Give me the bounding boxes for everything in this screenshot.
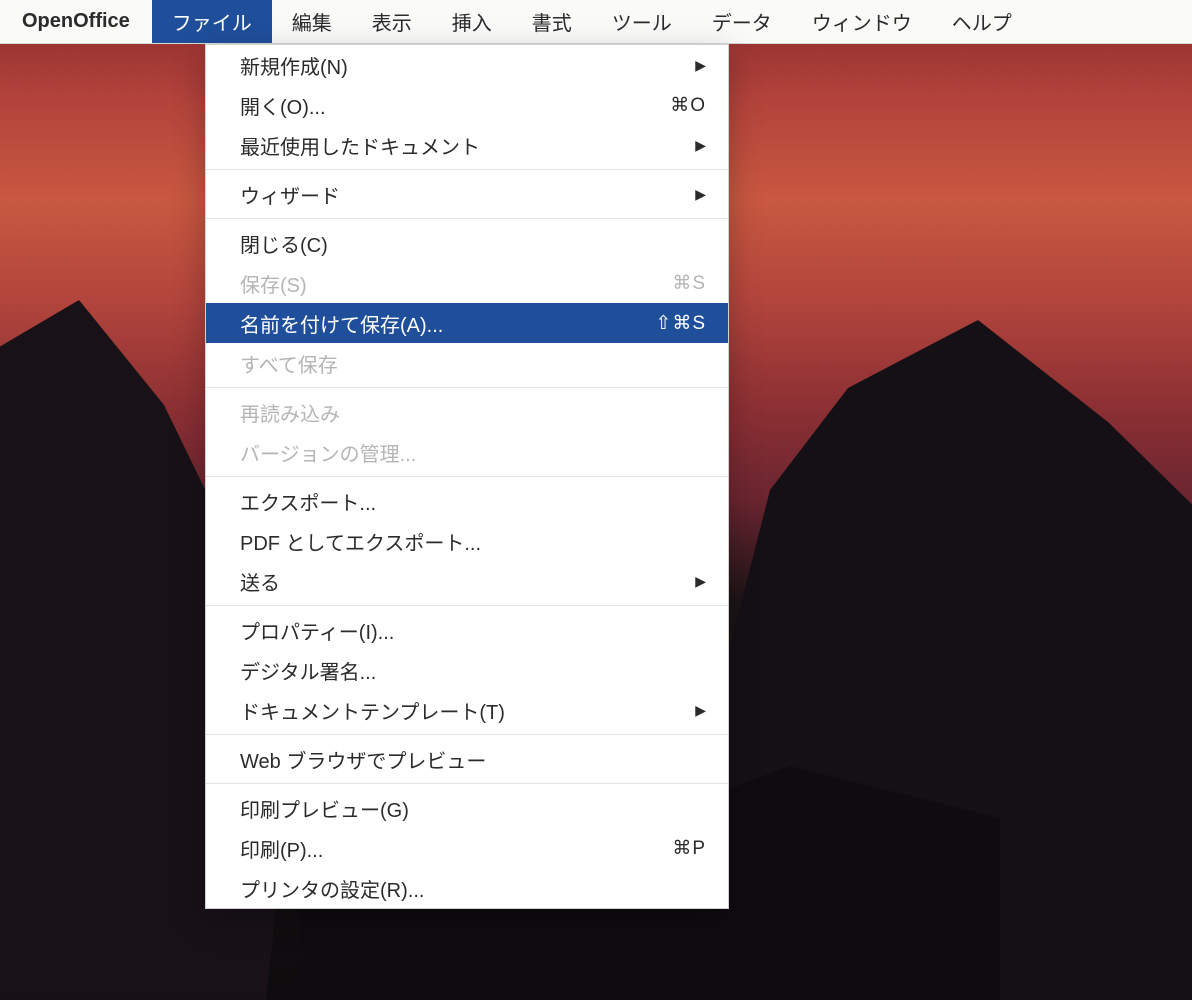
file-menu-item[interactable]: PDF としてエクスポート...	[206, 521, 728, 561]
menu-item-label: PDF としてエクスポート...	[240, 527, 706, 556]
menu-separator	[206, 218, 728, 219]
file-menu-item: 保存(S) ⌘S	[206, 263, 728, 303]
menu-separator	[206, 387, 728, 388]
menu-separator	[206, 783, 728, 784]
file-menu-item[interactable]: Web ブラウザでプレビュー	[206, 739, 728, 779]
file-menu-item: バージョンの管理...	[206, 432, 728, 472]
menu-item-label: デジタル署名...	[240, 656, 706, 685]
menu-item-label: エクスポート...	[240, 487, 706, 516]
submenu-arrow-icon: ▶	[695, 57, 706, 74]
file-menu-item[interactable]: ウィザード ▶	[206, 174, 728, 214]
file-menu-item[interactable]: 名前を付けて保存(A)... ⇧⌘S	[206, 303, 728, 343]
menu-2[interactable]: 表示	[352, 0, 432, 43]
file-menu-item[interactable]: 新規作成(N) ▶	[206, 45, 728, 85]
menu-item-label: すべて保存	[240, 349, 706, 378]
menu-separator	[206, 476, 728, 477]
file-menu-item[interactable]: 開く(O)... ⌘O	[206, 85, 728, 125]
file-menu-item[interactable]: 最近使用したドキュメント ▶	[206, 125, 728, 165]
file-menu-item[interactable]: デジタル署名...	[206, 650, 728, 690]
menu-5[interactable]: ツール	[592, 0, 692, 43]
menubar: OpenOffice ファイル編集表示挿入書式ツールデータウィンドウヘルプ	[0, 0, 1192, 44]
menu-1[interactable]: 編集	[272, 0, 352, 43]
file-menu-item[interactable]: 送る ▶	[206, 561, 728, 601]
file-menu-item[interactable]: 閉じる(C)	[206, 223, 728, 263]
menu-item-label: 開く(O)...	[240, 91, 650, 120]
menu-0[interactable]: ファイル	[152, 0, 272, 43]
file-menu-item: すべて保存	[206, 343, 728, 383]
menu-item-label: バージョンの管理...	[240, 438, 706, 467]
menu-item-label: プロパティー(I)...	[240, 616, 706, 645]
file-menu-item[interactable]: エクスポート...	[206, 481, 728, 521]
menu-3[interactable]: 挿入	[432, 0, 512, 43]
menu-item-label: ウィザード	[240, 180, 675, 209]
menu-item-label: ドキュメントテンプレート(T)	[240, 696, 675, 725]
menu-item-label: 再読み込み	[240, 398, 706, 427]
menu-item-label: 名前を付けて保存(A)...	[240, 309, 635, 338]
menu-item-label: 保存(S)	[240, 269, 652, 298]
menu-item-shortcut: ⌘S	[672, 272, 706, 295]
menu-item-label: 新規作成(N)	[240, 51, 675, 80]
menu-item-label: 印刷プレビュー(G)	[240, 794, 706, 823]
menu-item-shortcut: ⌘P	[672, 837, 706, 860]
menu-separator	[206, 734, 728, 735]
file-menu-item[interactable]: 印刷プレビュー(G)	[206, 788, 728, 828]
file-menu-item[interactable]: ドキュメントテンプレート(T) ▶	[206, 690, 728, 730]
menu-item-shortcut: ⇧⌘S	[655, 312, 706, 335]
menu-separator	[206, 169, 728, 170]
file-menu-item[interactable]: プリンタの設定(R)...	[206, 868, 728, 908]
menu-item-label: プリンタの設定(R)...	[240, 874, 706, 903]
file-menu-item: 再読み込み	[206, 392, 728, 432]
menu-7[interactable]: ウィンドウ	[792, 0, 932, 43]
menu-separator	[206, 605, 728, 606]
menu-6[interactable]: データ	[692, 0, 792, 43]
submenu-arrow-icon: ▶	[695, 137, 706, 154]
submenu-arrow-icon: ▶	[695, 186, 706, 203]
menu-item-shortcut: ⌘O	[670, 94, 706, 117]
menu-item-label: 印刷(P)...	[240, 834, 652, 863]
submenu-arrow-icon: ▶	[695, 702, 706, 719]
file-menu-item[interactable]: 印刷(P)... ⌘P	[206, 828, 728, 868]
menu-item-label: 最近使用したドキュメント	[240, 131, 675, 160]
file-menu-item[interactable]: プロパティー(I)...	[206, 610, 728, 650]
file-menu-dropdown: 新規作成(N) ▶ 開く(O)... ⌘O 最近使用したドキュメント ▶ ウィザード ▶ 閉じる…	[205, 44, 729, 909]
menu-4[interactable]: 書式	[512, 0, 592, 43]
submenu-arrow-icon: ▶	[695, 573, 706, 590]
menu-item-label: 閉じる(C)	[240, 229, 706, 258]
menu-8[interactable]: ヘルプ	[932, 0, 1032, 43]
menu-item-label: 送る	[240, 567, 675, 596]
app-name: OpenOffice	[0, 0, 152, 43]
menu-item-label: Web ブラウザでプレビュー	[240, 745, 706, 774]
